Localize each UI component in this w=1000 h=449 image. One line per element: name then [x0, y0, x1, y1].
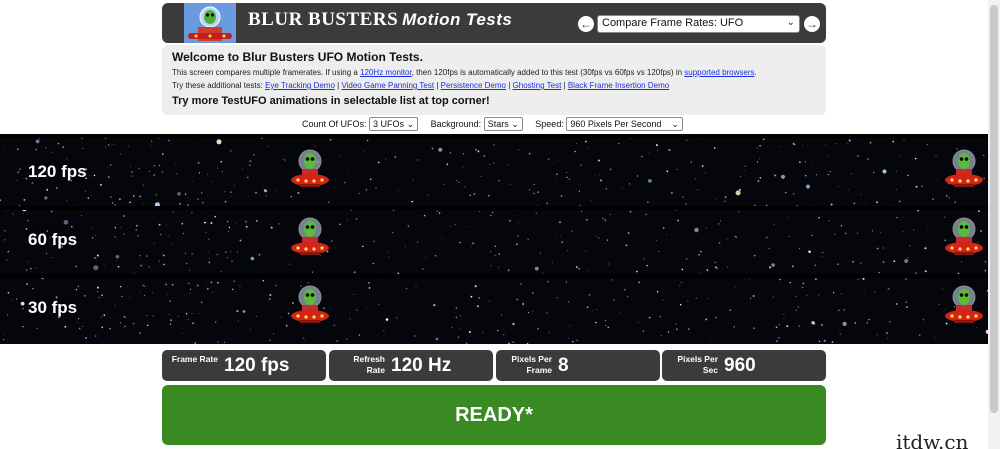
link-supported-browsers[interactable]: supported browsers: [684, 68, 754, 77]
link-eye-tracking-demo[interactable]: Eye Tracking Demo: [265, 81, 335, 90]
ufo-icon: [944, 284, 984, 328]
ufo-count-label: Count Of UFOs:: [302, 119, 367, 129]
refresh-rate-stat: Refresh Rate 120 Hz: [329, 350, 493, 381]
refresh-rate-label: Refresh Rate: [353, 354, 385, 375]
ufo-count-control: Count Of UFOs: 3 UFOs ⌄: [302, 117, 419, 131]
pixels-per-frame-label: Pixels Per Frame: [511, 354, 552, 375]
chevron-down-icon: ⌄: [671, 119, 679, 129]
try-more-heading: Try more TestUFO animations in selectabl…: [172, 95, 490, 107]
alien-logo-icon: [184, 3, 236, 43]
chevron-down-icon: ⌄: [511, 119, 519, 129]
test-select-value: Compare Frame Rates: UFO: [602, 17, 744, 29]
lane-separator: [0, 134, 1000, 138]
lane-30fps: 30 fps: [0, 278, 1000, 340]
arrow-right-icon: →: [806, 17, 818, 31]
background-control: Background: Stars ⌄: [431, 117, 523, 131]
ufo-animation-area: 120 fps 60 fps 30 fps: [0, 134, 1000, 344]
link-persistence-demo[interactable]: Persistence Demo: [441, 81, 506, 90]
pixels-per-frame-stat: Pixels Per Frame 8: [496, 350, 660, 381]
ufo-count-value: 3 UFOs: [373, 119, 405, 129]
pixels-per-frame-value: 8: [558, 355, 569, 376]
background-label: Background:: [430, 119, 482, 129]
lane-label: 60 fps: [28, 230, 78, 249]
background-select[interactable]: Stars ⌄: [483, 117, 523, 131]
frame-rate-stat: Frame Rate 120 fps: [162, 350, 326, 381]
speed-control: Speed: 960 Pixels Per Second ⌄: [535, 117, 683, 131]
lane-label: 30 fps: [28, 298, 78, 317]
link-120hz-monitor[interactable]: 120Hz monitor: [360, 68, 412, 77]
link-black-frame-insertion-demo[interactable]: Black Frame Insertion Demo: [568, 81, 669, 90]
speed-value: 960 Pixels Per Second: [570, 119, 662, 129]
info-panel: Welcome to Blur Busters UFO Motion Tests…: [162, 45, 826, 115]
brand-name: BLUR BUSTERS: [248, 9, 399, 30]
vertical-scrollbar[interactable]: [988, 0, 1000, 449]
header-bar: BLUR BUSTERS Motion Tests ← Compare Frame…: [162, 3, 826, 43]
pixels-per-sec-label: Pixels Per Sec: [677, 354, 718, 375]
info-text-c: .: [754, 68, 757, 77]
speed-select[interactable]: 960 Pixels Per Second ⌄: [566, 117, 683, 131]
chevron-down-icon: ⌄: [406, 119, 415, 129]
lane-120fps: 120 fps: [0, 142, 1000, 204]
ready-status-bar: READY*: [162, 385, 826, 445]
pixels-per-sec-value: 960: [724, 355, 756, 376]
frame-rate-value: 120 fps: [224, 355, 290, 376]
page: BLUR BUSTERS Motion Tests ← Compare Frame…: [0, 0, 1000, 449]
previous-test-button[interactable]: ←: [578, 16, 594, 32]
ufo-icon: [290, 148, 330, 192]
next-test-button[interactable]: →: [804, 16, 820, 32]
background-value: Stars: [487, 119, 509, 129]
ufo-icon: [944, 148, 984, 192]
info-description: This screen compares multiple framerates…: [172, 68, 816, 77]
frame-rate-label: Frame Rate: [171, 354, 218, 364]
additional-tests-line: Try these additional tests: Eye Tracking…: [172, 81, 670, 90]
brand-subtitle: Motion Tests: [402, 10, 513, 29]
test-select-dropdown[interactable]: Compare Frame Rates: UFO ⌄: [597, 15, 800, 33]
ufo-icon: [290, 216, 330, 260]
lane-60fps: 60 fps: [0, 210, 1000, 272]
info-text-a: This screen compares multiple framerates…: [172, 68, 361, 77]
additional-tests-prefix: Try these additional tests:: [172, 81, 266, 90]
controls-bar: Count Of UFOs: 3 UFOs ⌄ Background: Star…: [302, 117, 693, 133]
speed-label: Speed:: [535, 119, 564, 129]
link-video-game-panning-test[interactable]: Video Game Panning Test: [341, 81, 434, 90]
link-ghosting-test[interactable]: Ghosting Test: [513, 81, 562, 90]
ufo-icon: [944, 216, 984, 260]
ufo-icon: [290, 284, 330, 328]
welcome-heading: Welcome to Blur Busters UFO Motion Tests…: [172, 50, 423, 64]
ufo-count-select[interactable]: 3 UFOs ⌄: [369, 117, 419, 131]
watermark-text: itdw.cn: [896, 430, 969, 449]
lane-label: 120 fps: [28, 162, 87, 181]
refresh-rate-value: 120 Hz: [391, 355, 452, 376]
arrow-left-icon: ←: [580, 17, 592, 31]
info-text-b: , then 120fps is automatically added to …: [411, 68, 685, 77]
brand-title: BLUR BUSTERS Motion Tests: [248, 9, 512, 31]
chevron-down-icon: ⌄: [786, 17, 795, 28]
pixels-per-sec-stat: Pixels Per Sec 960: [662, 350, 826, 381]
scrollbar-thumb[interactable]: [990, 5, 998, 413]
